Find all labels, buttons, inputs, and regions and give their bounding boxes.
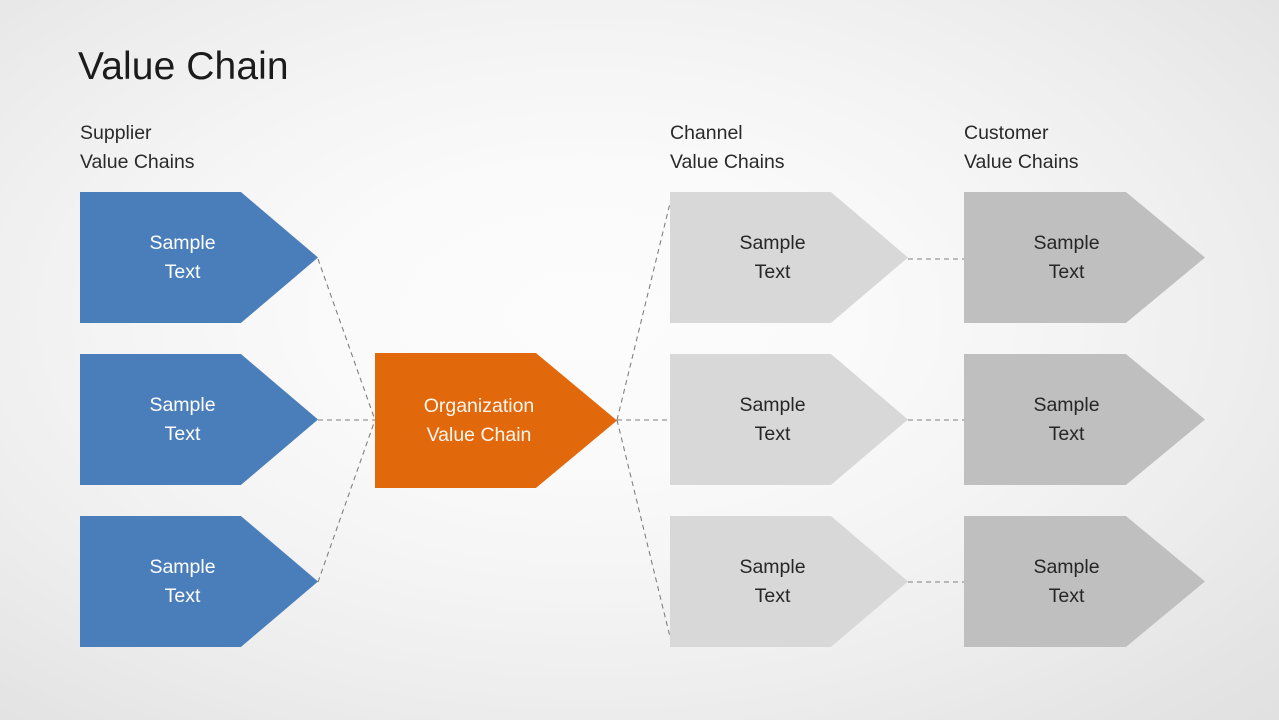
organization-arrow-label: Organization Value Chain — [423, 394, 535, 446]
supplier-value-chain-arrow-1[interactable]: Sample Text — [80, 192, 318, 323]
page-title: Value Chain — [78, 45, 289, 88]
customer-value-chain-arrow-3[interactable]: Sample Text — [964, 516, 1205, 647]
customer-value-chain-arrow-1[interactable]: Sample Text — [964, 192, 1205, 323]
channel-value-chain-arrow-2[interactable]: Sample Text — [670, 354, 908, 485]
column-header-supplier: Supplier Value Chains — [80, 119, 195, 176]
customer-arrow-3-label: Sample Text — [1033, 555, 1100, 607]
column-header-channel: Channel Value Chains — [670, 119, 785, 176]
customer-arrow-1-label: Sample Text — [1033, 231, 1100, 283]
organization-value-chain-arrow[interactable]: Organization Value Chain — [375, 353, 617, 488]
supplier-arrow-2-label: Sample Text — [149, 393, 216, 445]
supplier-value-chain-arrow-3[interactable]: Sample Text — [80, 516, 318, 647]
supplier-1-to-hub — [317, 258, 376, 421]
hub-to-channel-1 — [616, 194, 673, 421]
channel-value-chain-arrow-1[interactable]: Sample Text — [670, 192, 908, 323]
channel-arrow-3-label: Sample Text — [739, 555, 806, 607]
slide-canvas: Value Chain Supplier Value Chains Channe… — [0, 0, 1279, 720]
column-header-supplier-line2: Value Chains — [80, 150, 195, 173]
channel-value-chain-arrow-3[interactable]: Sample Text — [670, 516, 908, 647]
supplier-arrow-1-label: Sample Text — [149, 231, 216, 283]
customer-arrow-2-label: Sample Text — [1033, 393, 1100, 445]
channel-arrow-1-label: Sample Text — [739, 231, 806, 283]
column-header-customer: Customer Value Chains — [964, 119, 1079, 176]
supplier-value-chain-arrow-2[interactable]: Sample Text — [80, 354, 318, 485]
channel-arrow-2-label: Sample Text — [739, 393, 806, 445]
column-header-customer-line2: Value Chains — [964, 150, 1079, 173]
supplier-arrow-3-label: Sample Text — [149, 555, 216, 607]
hub-to-channel-3 — [616, 419, 673, 646]
column-header-channel-line1: Channel — [670, 122, 743, 144]
customer-value-chain-arrow-2[interactable]: Sample Text — [964, 354, 1205, 485]
supplier-3-to-hub — [317, 419, 376, 583]
column-header-channel-line2: Value Chains — [670, 150, 785, 173]
column-header-customer-line1: Customer — [964, 122, 1049, 144]
column-header-supplier-line1: Supplier — [80, 122, 152, 144]
